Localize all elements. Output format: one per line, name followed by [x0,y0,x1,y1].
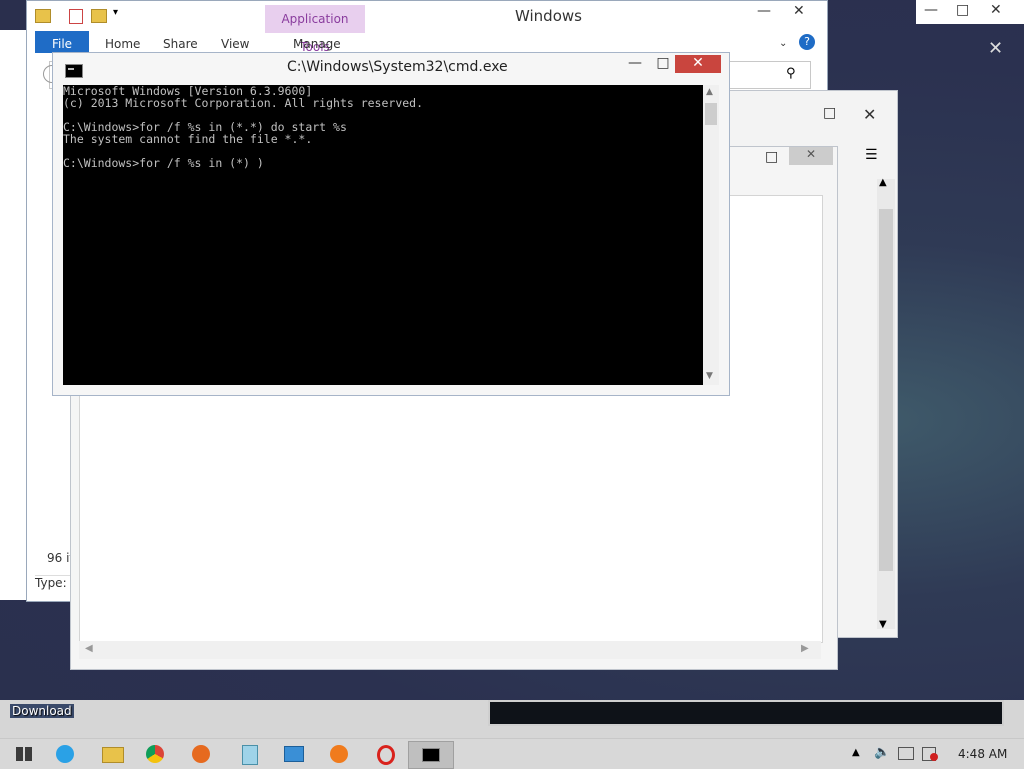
notepad-icon[interactable] [228,741,272,767]
firefox-icon[interactable] [180,741,224,767]
cmd-title: C:\Windows\System32\cmd.exe [287,59,508,75]
properties-icon[interactable] [69,9,83,24]
close-icon[interactable]: ✕ [990,2,1002,18]
cmd-minimize-icon[interactable]: — [625,55,645,75]
folder-icon [35,9,51,23]
ribbon-tabs: File Home Share View Manage ⌄ ? [35,31,825,53]
explorer-minimize-icon[interactable]: — [757,3,771,19]
minimize-icon[interactable]: — [924,2,938,18]
quick-access-dropdown-icon[interactable]: ▾ [113,7,118,18]
taskbar-clock[interactable]: 4:48 AM [958,747,1007,761]
cmd-close-icon[interactable]: ✕ [675,55,721,73]
scroll-down-icon[interactable]: ▼ [879,619,887,630]
tab-file[interactable]: File [35,31,89,53]
tab-manage[interactable]: Manage [293,31,341,53]
close-icon[interactable]: ✕ [789,147,833,165]
background-console [488,700,1004,726]
tab-home[interactable]: Home [105,31,140,53]
desktop-close-icon[interactable]: ✕ [988,38,1003,59]
tab-view[interactable]: View [221,31,249,53]
search-icon[interactable]: ⚲ [786,66,796,81]
cmd-maximize-icon[interactable]: □ [653,55,673,75]
ribbon-expand-icon[interactable]: ⌄ [779,31,787,53]
chrome-icon[interactable] [134,741,178,767]
close-icon[interactable]: ✕ [863,105,876,124]
explorer-title: Windows [515,7,582,25]
new-folder-icon[interactable] [91,9,107,23]
application-tools-tab[interactable]: Application Tools [265,5,365,54]
scroll-right-icon[interactable]: ▶ [801,643,809,654]
remote-desktop-icon[interactable] [272,741,316,767]
error-badge-icon [930,753,938,761]
taskbar: ▲ 🔈 4:48 AM [0,738,1024,769]
tray-expand-icon[interactable]: ▲ [852,747,860,758]
scroll-down-icon[interactable]: ▼ [706,371,713,381]
tab-share[interactable]: Share [163,31,198,53]
avast-icon[interactable] [318,741,362,767]
help-icon[interactable]: ? [799,34,815,50]
opera-icon[interactable] [364,741,408,767]
ie-icon[interactable] [44,741,88,767]
scroll-up-icon[interactable]: ▲ [879,177,887,188]
scrollbar-thumb[interactable] [879,209,893,571]
cmd-window-icon[interactable] [65,64,83,78]
explorer-close-icon[interactable]: ✕ [793,3,805,19]
file-explorer-icon[interactable] [90,741,134,767]
download-desktop-label[interactable]: Download [10,704,74,718]
cmd-output: Microsoft Windows [Version 6.3.9600] (c)… [63,84,424,170]
scroll-up-icon[interactable]: ▲ [706,87,713,97]
volume-muted-icon[interactable]: 🔈 [874,745,890,760]
background-window-titlebar: — □ ✕ [916,0,1024,24]
scroll-left-icon[interactable]: ◀ [85,643,93,654]
details-pane-icon[interactable]: ☰ [865,147,878,163]
cmd-taskbar-icon[interactable] [408,741,454,769]
cmd-console[interactable]: Microsoft Windows [Version 6.3.9600] (c)… [63,85,703,385]
explorer-title-bar: ▾ Application Tools Windows — ✕ [27,1,827,54]
maximize-icon[interactable]: □ [956,2,969,18]
start-icon[interactable] [4,741,48,767]
cmd-vertical-scrollbar[interactable]: ▲ ▼ [703,85,719,385]
maximize-icon[interactable]: □ [765,149,778,165]
horizontal-scrollbar[interactable]: ◀ ▶ [79,641,821,659]
cmd-window: C:\Windows\System32\cmd.exe — □ ✕ Micros… [52,52,730,396]
scrollbar-thumb[interactable] [705,103,717,125]
maximize-icon[interactable]: □ [823,105,836,121]
network-icon[interactable] [898,747,914,760]
